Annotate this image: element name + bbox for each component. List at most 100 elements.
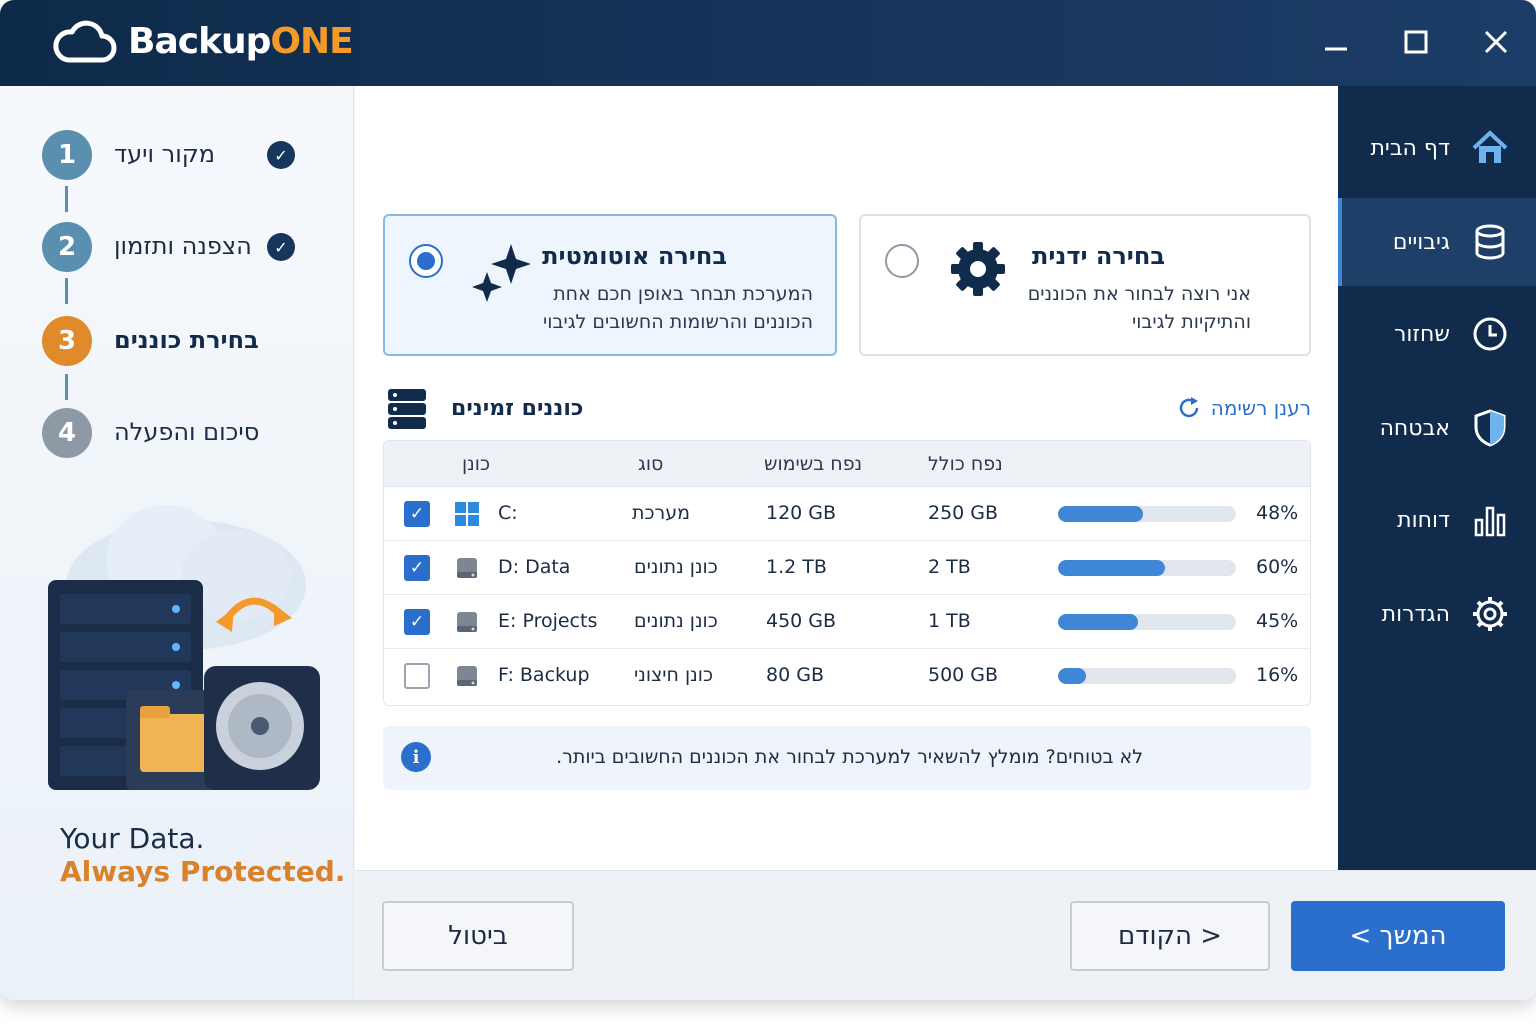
nav-item-reports[interactable]: דוחות — [1338, 476, 1536, 564]
manual-desc-line2: והתיקיות לגיבוי — [1131, 311, 1251, 333]
drive-name: E: Projects — [498, 610, 598, 632]
wizard-step-4[interactable]: 4 סיכום והפעלה — [42, 408, 302, 458]
manual-selection-card[interactable]: בחירה ידנית אני רוצה לבחור את הכוננים וה… — [859, 214, 1311, 356]
close-button[interactable] — [1476, 22, 1516, 62]
manual-selection-radio[interactable] — [885, 244, 919, 278]
usage-bar-fill — [1058, 560, 1165, 576]
column-header-drive: כונן — [462, 453, 491, 475]
auto-desc-line1: המערכת תבחר באופן חכם אחת — [553, 283, 813, 305]
info-text: לא בטוחים? מומלץ להשאיר למערכת לבחור את … — [556, 746, 1143, 768]
step-number: 2 — [42, 222, 92, 272]
usage-percent: 16% — [1256, 664, 1299, 686]
cancel-button[interactable]: ביטול — [382, 901, 574, 971]
drives-table: כונן סוג נפח בשימוש נפח כולל ✓ C: מערכת … — [383, 440, 1311, 706]
drive-checkbox[interactable]: ✓ — [404, 501, 430, 527]
nav-label: גיבויים — [1392, 229, 1450, 255]
maximize-button[interactable] — [1396, 22, 1436, 62]
column-header-type: סוג — [638, 453, 664, 475]
nav-item-restore[interactable]: שחזור — [1338, 290, 1536, 378]
drive-total: 2 TB — [928, 556, 971, 578]
step-connector — [65, 186, 68, 212]
drive-used: 120 GB — [766, 502, 837, 524]
nav-item-security[interactable]: אבטחה — [1338, 384, 1536, 472]
drive-type: כונן נתונים — [634, 556, 718, 578]
drives-section-title: כוננים זמינים — [451, 396, 584, 421]
wizard-step-1[interactable]: 1 מקור ויעד ✓ — [42, 130, 302, 180]
table-row[interactable]: ✓ E: Projects כונן נתונים 450 GB 1 TB 45… — [384, 595, 1310, 649]
drive-name: F: Backup — [498, 664, 590, 686]
drive-used: 1.2 TB — [766, 556, 827, 578]
usage-percent: 60% — [1256, 556, 1299, 578]
minimize-button[interactable] — [1316, 22, 1356, 62]
usage-bar-fill — [1058, 614, 1139, 630]
hard-drive-icon — [457, 612, 477, 632]
drive-type: מערכת — [632, 502, 691, 524]
next-button[interactable]: המשך > — [1291, 901, 1505, 971]
usage-bar-fill — [1058, 668, 1087, 684]
hard-drive-icon — [457, 558, 477, 578]
drive-checkbox[interactable] — [404, 663, 430, 689]
usage-bar — [1058, 668, 1236, 684]
gear-icon — [1473, 597, 1507, 631]
wizard-step-3[interactable]: 3 בחירת כוננים — [42, 316, 302, 366]
back-button[interactable]: < הקודם — [1070, 901, 1270, 971]
side-navigation: דף הבית גיבויים שחזור אבטחה דוחות הגדרות — [1338, 86, 1536, 870]
drive-checkbox[interactable]: ✓ — [404, 609, 430, 635]
server-icon — [388, 389, 426, 429]
nav-label: הגדרות — [1381, 601, 1450, 627]
clock-icon — [1473, 317, 1507, 351]
logo-accent-text: ONE — [270, 20, 353, 62]
cloud-icon — [53, 20, 117, 63]
shield-icon — [1474, 409, 1506, 447]
drive-used: 450 GB — [766, 610, 837, 632]
nav-item-home[interactable]: דף הבית — [1338, 104, 1536, 192]
wizard-steps-panel: 1 מקור ויעד ✓ 2 הצפנה ותזמון ✓ 3 בחירת כ… — [0, 86, 354, 1000]
drives-section-header: כוננים זמינים רענן רשימה — [383, 386, 1311, 434]
title-bar: BackupONE — [0, 0, 1536, 86]
drive-name: D: Data — [498, 556, 571, 578]
bar-chart-icon — [1474, 506, 1506, 537]
app-logo: BackupONE — [52, 18, 354, 64]
auto-selection-card[interactable]: בחירה אוטומטית המערכת תבחר באופן חכם אחת… — [383, 214, 837, 356]
refresh-label: רענן רשימה — [1210, 396, 1311, 420]
manual-selection-title: בחירה ידנית — [1032, 242, 1165, 270]
windows-icon — [455, 502, 479, 526]
tagline-line2: Always Protected. — [60, 855, 346, 888]
auto-selection-radio[interactable] — [409, 244, 443, 278]
drive-total: 250 GB — [928, 502, 999, 524]
column-header-total: נפח כולל — [928, 453, 1003, 475]
table-row[interactable]: F: Backup כונן חיצוני 80 GB 500 GB 16% — [384, 649, 1310, 703]
drive-checkbox[interactable]: ✓ — [404, 555, 430, 581]
minimize-icon — [1325, 47, 1347, 51]
wizard-step-2[interactable]: 2 הצפנה ותזמון ✓ — [42, 222, 302, 272]
step-number: 1 — [42, 130, 92, 180]
step-label: סיכום והפעלה — [114, 418, 260, 446]
drive-type: כונן חיצוני — [634, 664, 714, 686]
step-label: הצפנה ותזמון — [114, 232, 252, 260]
table-row[interactable]: ✓ D: Data כונן נתונים 1.2 TB 2 TB 60% — [384, 541, 1310, 595]
drive-name: C: — [498, 502, 518, 524]
tagline-line1: Your Data. — [60, 822, 205, 855]
database-icon — [1475, 224, 1505, 260]
info-banner: i לא בטוחים? מומלץ להשאיר למערכת לבחור א… — [383, 726, 1311, 790]
close-icon — [1484, 30, 1508, 54]
footer-bar: ביטול < הקודם המשך > — [355, 870, 1536, 1000]
nav-item-backups[interactable]: גיבויים — [1338, 198, 1536, 286]
refresh-icon — [1179, 397, 1199, 418]
usage-bar — [1058, 506, 1236, 522]
logo-text: Backup — [128, 20, 271, 62]
drive-total: 1 TB — [928, 610, 971, 632]
step-connector — [65, 374, 68, 400]
refresh-list-button[interactable]: רענן רשימה — [1177, 396, 1311, 420]
column-header-used: נפח בשימוש — [764, 453, 863, 475]
table-row[interactable]: ✓ C: מערכת 120 GB 250 GB 48% — [384, 487, 1310, 541]
step-number: 4 — [42, 408, 92, 458]
auto-selection-title: בחירה אוטומטית — [542, 242, 727, 270]
maximize-icon — [1404, 30, 1428, 54]
drive-total: 500 GB — [928, 664, 999, 686]
manual-desc-line1: אני רוצה לבחור את הכוננים — [1027, 283, 1251, 305]
info-icon: i — [401, 742, 431, 772]
hard-drive-icon — [457, 666, 477, 686]
main-content: בחירה אוטומטית המערכת תבחר באופן חכם אחת… — [355, 86, 1338, 870]
nav-item-settings[interactable]: הגדרות — [1338, 570, 1536, 658]
